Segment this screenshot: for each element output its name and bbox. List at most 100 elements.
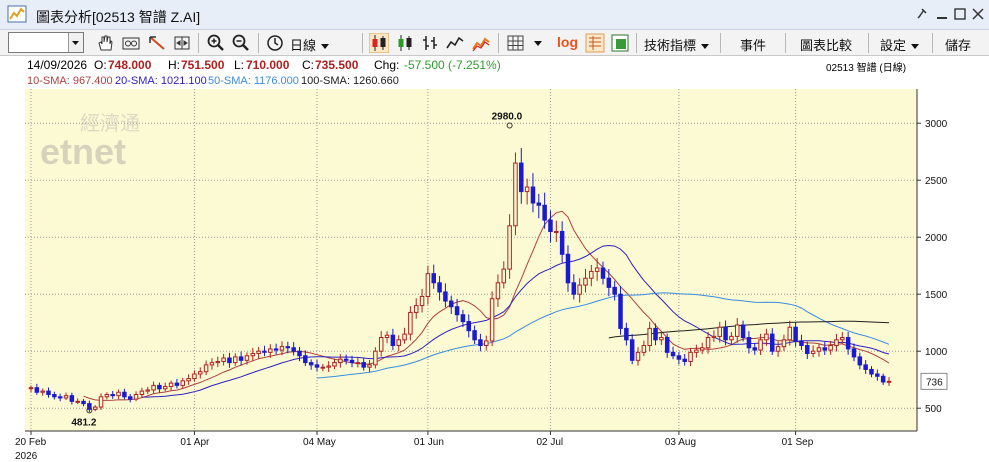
candle-up xyxy=(834,339,839,347)
candle-up xyxy=(688,351,693,362)
candle-up xyxy=(635,351,641,361)
candle-up xyxy=(413,305,419,313)
candle-up xyxy=(244,355,250,361)
toolbar-separator xyxy=(785,33,786,53)
y-tick-label: 2000 xyxy=(925,233,948,244)
zoom-out-icon[interactable] xyxy=(231,33,251,53)
combobox-dropdown-button[interactable] xyxy=(68,33,83,52)
candle-up xyxy=(781,339,787,348)
close-icon[interactable] xyxy=(970,6,986,22)
candle-down xyxy=(880,375,886,383)
bar-chart-icon[interactable] xyxy=(420,33,440,53)
technical-indicators-dropdown[interactable]: 技術指標 xyxy=(644,35,710,54)
candle-up xyxy=(641,345,647,353)
chevron-down-icon xyxy=(911,44,920,50)
candle-up xyxy=(775,346,781,352)
candle-up xyxy=(577,284,582,295)
chart-plot-area xyxy=(25,89,917,431)
candle-up xyxy=(408,311,413,335)
candle-up xyxy=(583,277,588,286)
pan-hand-icon[interactable] xyxy=(95,33,115,53)
annotation-label: 481.2 xyxy=(71,417,96,428)
candle-down xyxy=(664,337,670,353)
zoom-in-icon[interactable] xyxy=(206,33,226,53)
candle-up xyxy=(373,350,378,366)
candle-down xyxy=(127,396,133,400)
toolbar: 日線 log 技術指標 事件 圖表比較 設定 儲存 xyxy=(0,30,989,56)
candle-up xyxy=(203,364,209,373)
settings-dropdown[interactable]: 設定 xyxy=(880,35,920,54)
mountain-chart-icon[interactable] xyxy=(471,33,491,53)
candle-down xyxy=(262,350,267,353)
candle-down xyxy=(793,326,798,342)
candle-down xyxy=(349,359,355,364)
draw-trendline-icon[interactable] xyxy=(147,33,167,53)
candle-down xyxy=(157,384,162,390)
candle-down xyxy=(314,364,320,368)
candle-down xyxy=(530,186,536,204)
candle-down xyxy=(174,382,180,386)
candle-down xyxy=(52,394,57,398)
candle-down xyxy=(612,286,617,295)
period-dropdown[interactable]: 日線 xyxy=(290,35,330,54)
y-tick-label: 500 xyxy=(925,404,942,415)
candle-up xyxy=(168,382,174,388)
candle-down xyxy=(448,300,454,308)
candle-up xyxy=(279,346,285,351)
x-tick-label: 01 Apr xyxy=(180,437,210,448)
log-scale-toggle[interactable]: log xyxy=(557,34,578,50)
high-label: H: xyxy=(168,58,180,72)
candle-up xyxy=(221,357,226,362)
candle-down xyxy=(624,327,629,341)
sma-legend-row: 10-SMA: 967.400 20-SMA: 1021.100 50-SMA:… xyxy=(0,73,989,89)
candle-up xyxy=(116,391,121,397)
candle-up xyxy=(659,337,664,341)
y-tick-label: 2500 xyxy=(925,176,948,187)
crosshair-icon[interactable] xyxy=(121,33,141,53)
maximize-icon[interactable] xyxy=(952,6,968,22)
grid-icon[interactable] xyxy=(506,33,526,53)
toolbar-separator xyxy=(868,33,869,53)
candle-up xyxy=(378,337,384,352)
candle-up xyxy=(507,225,512,270)
candle-down xyxy=(34,387,40,393)
x-tick-label: 01 Sep xyxy=(782,437,814,448)
ohlc-green-icon[interactable] xyxy=(395,33,415,53)
candle-down xyxy=(536,202,542,206)
save-button[interactable]: 儲存 xyxy=(945,35,971,54)
change-value: -57.500 (-7.251%) xyxy=(404,58,501,72)
sma100-legend: 100-SMA: 1260.660 xyxy=(301,75,399,87)
x-tick-label: 03 Aug xyxy=(665,437,696,448)
candle-up xyxy=(338,358,343,364)
minimize-icon[interactable] xyxy=(934,6,950,22)
price-chart[interactable]: 經濟通 etnet 2980.0481.2 500100015002000250… xyxy=(0,89,989,462)
candle-down xyxy=(548,219,553,233)
candle-up xyxy=(402,333,407,341)
events-button[interactable]: 事件 xyxy=(740,35,766,54)
stock-code-combobox[interactable] xyxy=(8,32,84,53)
candle-up xyxy=(92,406,98,410)
candlestick-chart-icon[interactable] xyxy=(369,33,389,53)
candle-down xyxy=(343,358,349,361)
candle-up xyxy=(180,380,186,386)
candle-up xyxy=(250,352,256,357)
fit-width-icon[interactable] xyxy=(172,33,192,53)
candle-up xyxy=(256,350,261,354)
pin-icon[interactable] xyxy=(914,6,930,22)
price-table-icon[interactable] xyxy=(585,33,605,53)
candle-up xyxy=(104,394,110,398)
candle-down xyxy=(460,314,466,323)
candle-down xyxy=(629,339,635,361)
candle-down xyxy=(110,394,115,397)
period-label: 日線 xyxy=(290,38,317,53)
chevron-down-icon xyxy=(701,44,710,50)
candle-up xyxy=(647,327,652,346)
data-window-icon[interactable] xyxy=(610,33,630,53)
chevron-down-icon[interactable] xyxy=(528,33,548,53)
candle-down xyxy=(869,368,874,375)
candle-up xyxy=(233,356,238,364)
chart-compare-button[interactable]: 圖表比較 xyxy=(800,35,852,54)
candle-down xyxy=(845,337,851,350)
candle-down xyxy=(875,373,880,377)
line-chart-icon[interactable] xyxy=(445,33,465,53)
